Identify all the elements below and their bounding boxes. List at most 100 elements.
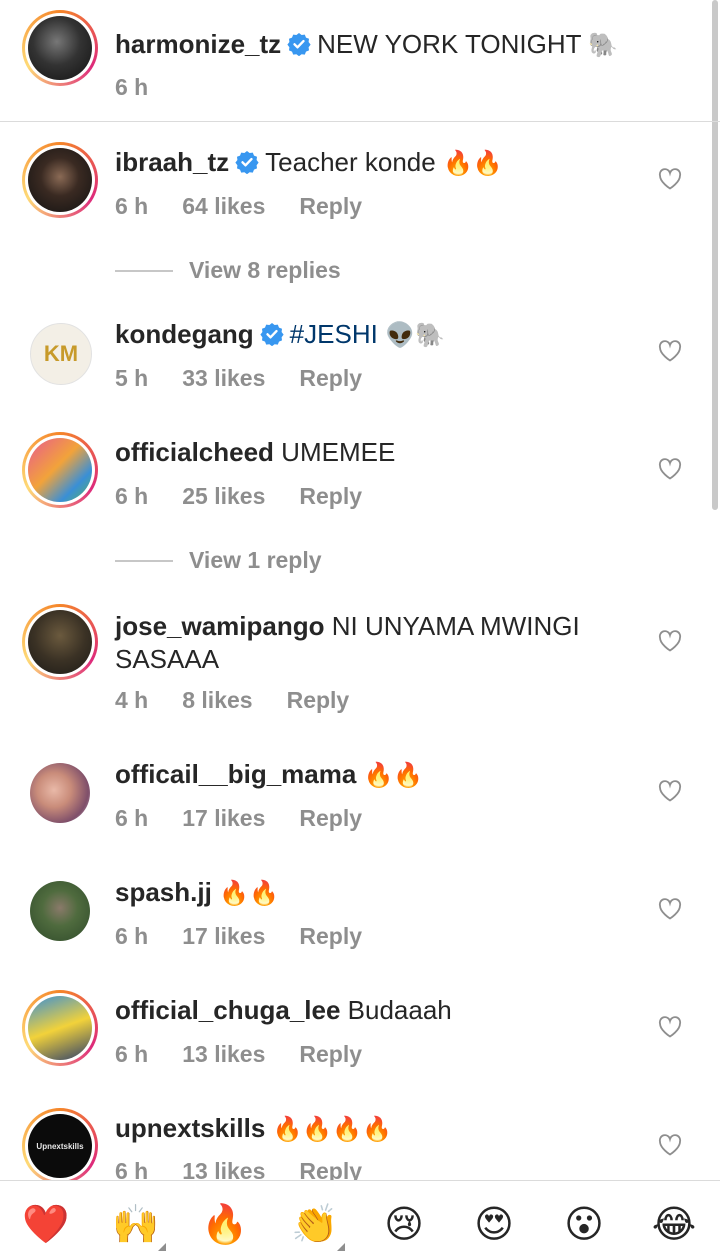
verified-badge-icon <box>287 33 311 56</box>
view-replies-dash <box>115 269 173 272</box>
reply-button[interactable]: Reply <box>299 365 362 391</box>
like-heart-icon[interactable] <box>658 898 682 920</box>
comment-likes[interactable]: 17 likes <box>182 805 265 831</box>
reply-button[interactable]: Reply <box>287 687 350 713</box>
comment-username[interactable]: kondegang <box>115 319 254 349</box>
skin-tone-indicator-icon <box>337 1243 345 1251</box>
comment-meta: 6 h 64 likes Reply <box>115 193 396 220</box>
comment-time: 6 h <box>115 805 149 831</box>
comment-text-continued: SASAAA <box>115 644 220 674</box>
caption-username[interactable]: harmonize_tz <box>115 29 281 59</box>
comment-time: 6 h <box>115 923 149 949</box>
comment-avatar[interactable] <box>22 755 98 831</box>
like-heart-icon[interactable] <box>658 1016 682 1038</box>
verified-badge-icon <box>235 151 259 174</box>
comment-emoji: 🔥🔥🔥🔥 <box>272 1115 393 1143</box>
comment-avatar[interactable] <box>22 432 98 508</box>
comment-avatar[interactable]: Upnextskills <box>22 1108 98 1184</box>
caption-emoji: 🐘 <box>588 31 619 59</box>
comment-text-line: ibraah_tz Teacher konde 🔥🔥 <box>115 146 640 180</box>
comment-likes[interactable]: 8 likes <box>182 687 252 713</box>
comment-emoji: 🔥🔥 <box>363 761 424 789</box>
like-heart-icon[interactable] <box>658 630 682 652</box>
caption-avatar[interactable] <box>22 10 98 86</box>
comment-meta: 6 h 13 likes Reply <box>115 1041 396 1068</box>
comment-meta: 6 h 17 likes Reply <box>115 805 396 832</box>
comment-username[interactable]: spash.jj <box>115 877 212 907</box>
comment-likes[interactable]: 25 likes <box>182 483 265 509</box>
comment-meta: 5 h 33 likes Reply <box>115 365 396 392</box>
comment-avatar[interactable] <box>22 873 98 949</box>
comment-text-line: spash.jj 🔥🔥 <box>115 876 640 910</box>
comment-text: Budaaah <box>347 995 452 1025</box>
comment-text: NI UNYAMA MWINGI <box>331 611 580 641</box>
like-heart-icon[interactable] <box>658 168 682 190</box>
like-heart-icon[interactable] <box>658 458 682 480</box>
reaction-fire-emoji[interactable]: 🔥 <box>201 1201 248 1247</box>
caption-meta: 6 h <box>115 74 182 101</box>
comment-username[interactable]: officialcheed <box>115 437 274 467</box>
reply-button[interactable]: Reply <box>299 193 362 219</box>
reaction-surprised-emoji[interactable]: 😮 <box>561 1201 607 1247</box>
comment-text: UMEMEE <box>281 437 396 467</box>
comment-likes[interactable]: 13 likes <box>182 1041 265 1067</box>
reply-button[interactable]: Reply <box>299 923 362 949</box>
comment-username[interactable]: upnextskills <box>115 1113 265 1143</box>
comment-avatar[interactable] <box>22 142 98 218</box>
view-replies-dash <box>115 559 173 562</box>
comment-hashtag[interactable]: #JESHI <box>290 319 378 349</box>
verified-badge-icon <box>260 323 284 346</box>
comment-avatar[interactable] <box>22 990 98 1066</box>
like-heart-icon[interactable] <box>658 1134 682 1156</box>
view-replies-button[interactable]: View 1 reply <box>115 547 322 574</box>
comment-username[interactable]: ibraah_tz <box>115 147 229 177</box>
reaction-heart-eyes-emoji[interactable]: 😍 <box>471 1201 517 1247</box>
caption-text: NEW YORK TONIGHT <box>317 29 582 59</box>
view-replies-button[interactable]: View 8 replies <box>115 257 341 284</box>
comment-avatar[interactable] <box>22 604 98 680</box>
comment-username[interactable]: official_chuga_lee <box>115 995 340 1025</box>
reaction-clapping-emoji[interactable]: 👏 <box>291 1201 345 1251</box>
view-replies-label: View 8 replies <box>189 257 341 283</box>
comment-username[interactable]: officail__big_mama <box>115 759 356 789</box>
post-caption: harmonize_tz NEW YORK TONIGHT 🐘 6 h <box>0 0 720 122</box>
skin-tone-indicator-icon <box>158 1243 166 1251</box>
comment-emoji: 🔥🔥 <box>219 879 279 907</box>
like-heart-icon[interactable] <box>658 780 682 802</box>
comment-username[interactable]: jose_wamipango <box>115 611 325 641</box>
reply-button[interactable]: Reply <box>299 805 362 831</box>
comment-text-line: upnextskills 🔥🔥🔥🔥 <box>115 1112 640 1146</box>
reaction-raising-hands-emoji[interactable]: 🙌 <box>112 1201 166 1251</box>
avatar-logo-text: KM <box>30 323 92 385</box>
comment-text-line: jose_wamipango NI UNYAMA MWINGI SASAAA <box>115 610 640 676</box>
reply-button[interactable]: Reply <box>299 1041 362 1067</box>
comment-time: 6 h <box>115 483 149 509</box>
reaction-laughing-emoji[interactable]: 😂 <box>651 1201 697 1247</box>
view-replies-label: View 1 reply <box>189 547 322 573</box>
comment-likes[interactable]: 17 likes <box>182 923 265 949</box>
caption-text-line: harmonize_tz NEW YORK TONIGHT 🐘 <box>115 28 640 62</box>
comment-emoji: 👽🐘 <box>385 321 445 349</box>
comment-likes[interactable]: 64 likes <box>182 193 265 219</box>
caption-time: 6 h <box>115 74 149 100</box>
reaction-glyph: 🙌 <box>112 1202 160 1246</box>
comment-time: 4 h <box>115 687 149 713</box>
reaction-crying-emoji[interactable]: 😢 <box>381 1201 427 1247</box>
comment-likes[interactable]: 33 likes <box>182 365 265 391</box>
reply-button[interactable]: Reply <box>299 483 362 509</box>
comment-avatar[interactable]: KM <box>22 315 98 391</box>
comment-text-line: officail__big_mama 🔥🔥 <box>115 758 640 792</box>
comment-emoji: 🔥🔥 <box>442 149 503 177</box>
reaction-heart-emoji[interactable]: ❤️ <box>22 1201 69 1247</box>
comment-meta: 6 h 25 likes Reply <box>115 483 396 510</box>
comment-text-line: official_chuga_lee Budaaah <box>115 994 640 1027</box>
reaction-glyph: 👏 <box>291 1202 339 1246</box>
comment-text: Teacher konde <box>265 147 436 177</box>
comment-text-line: kondegang #JESHI 👽🐘 <box>115 318 640 352</box>
quick-reaction-bar: ❤️ 🙌 🔥 👏 😢 😍 😮 😂 <box>0 1180 720 1260</box>
avatar-logo-text: Upnextskills <box>28 1114 92 1178</box>
like-heart-icon[interactable] <box>658 340 682 362</box>
comment-time: 6 h <box>115 1041 149 1067</box>
comment-meta: 4 h 8 likes Reply <box>115 687 383 714</box>
comment-time: 5 h <box>115 365 149 391</box>
